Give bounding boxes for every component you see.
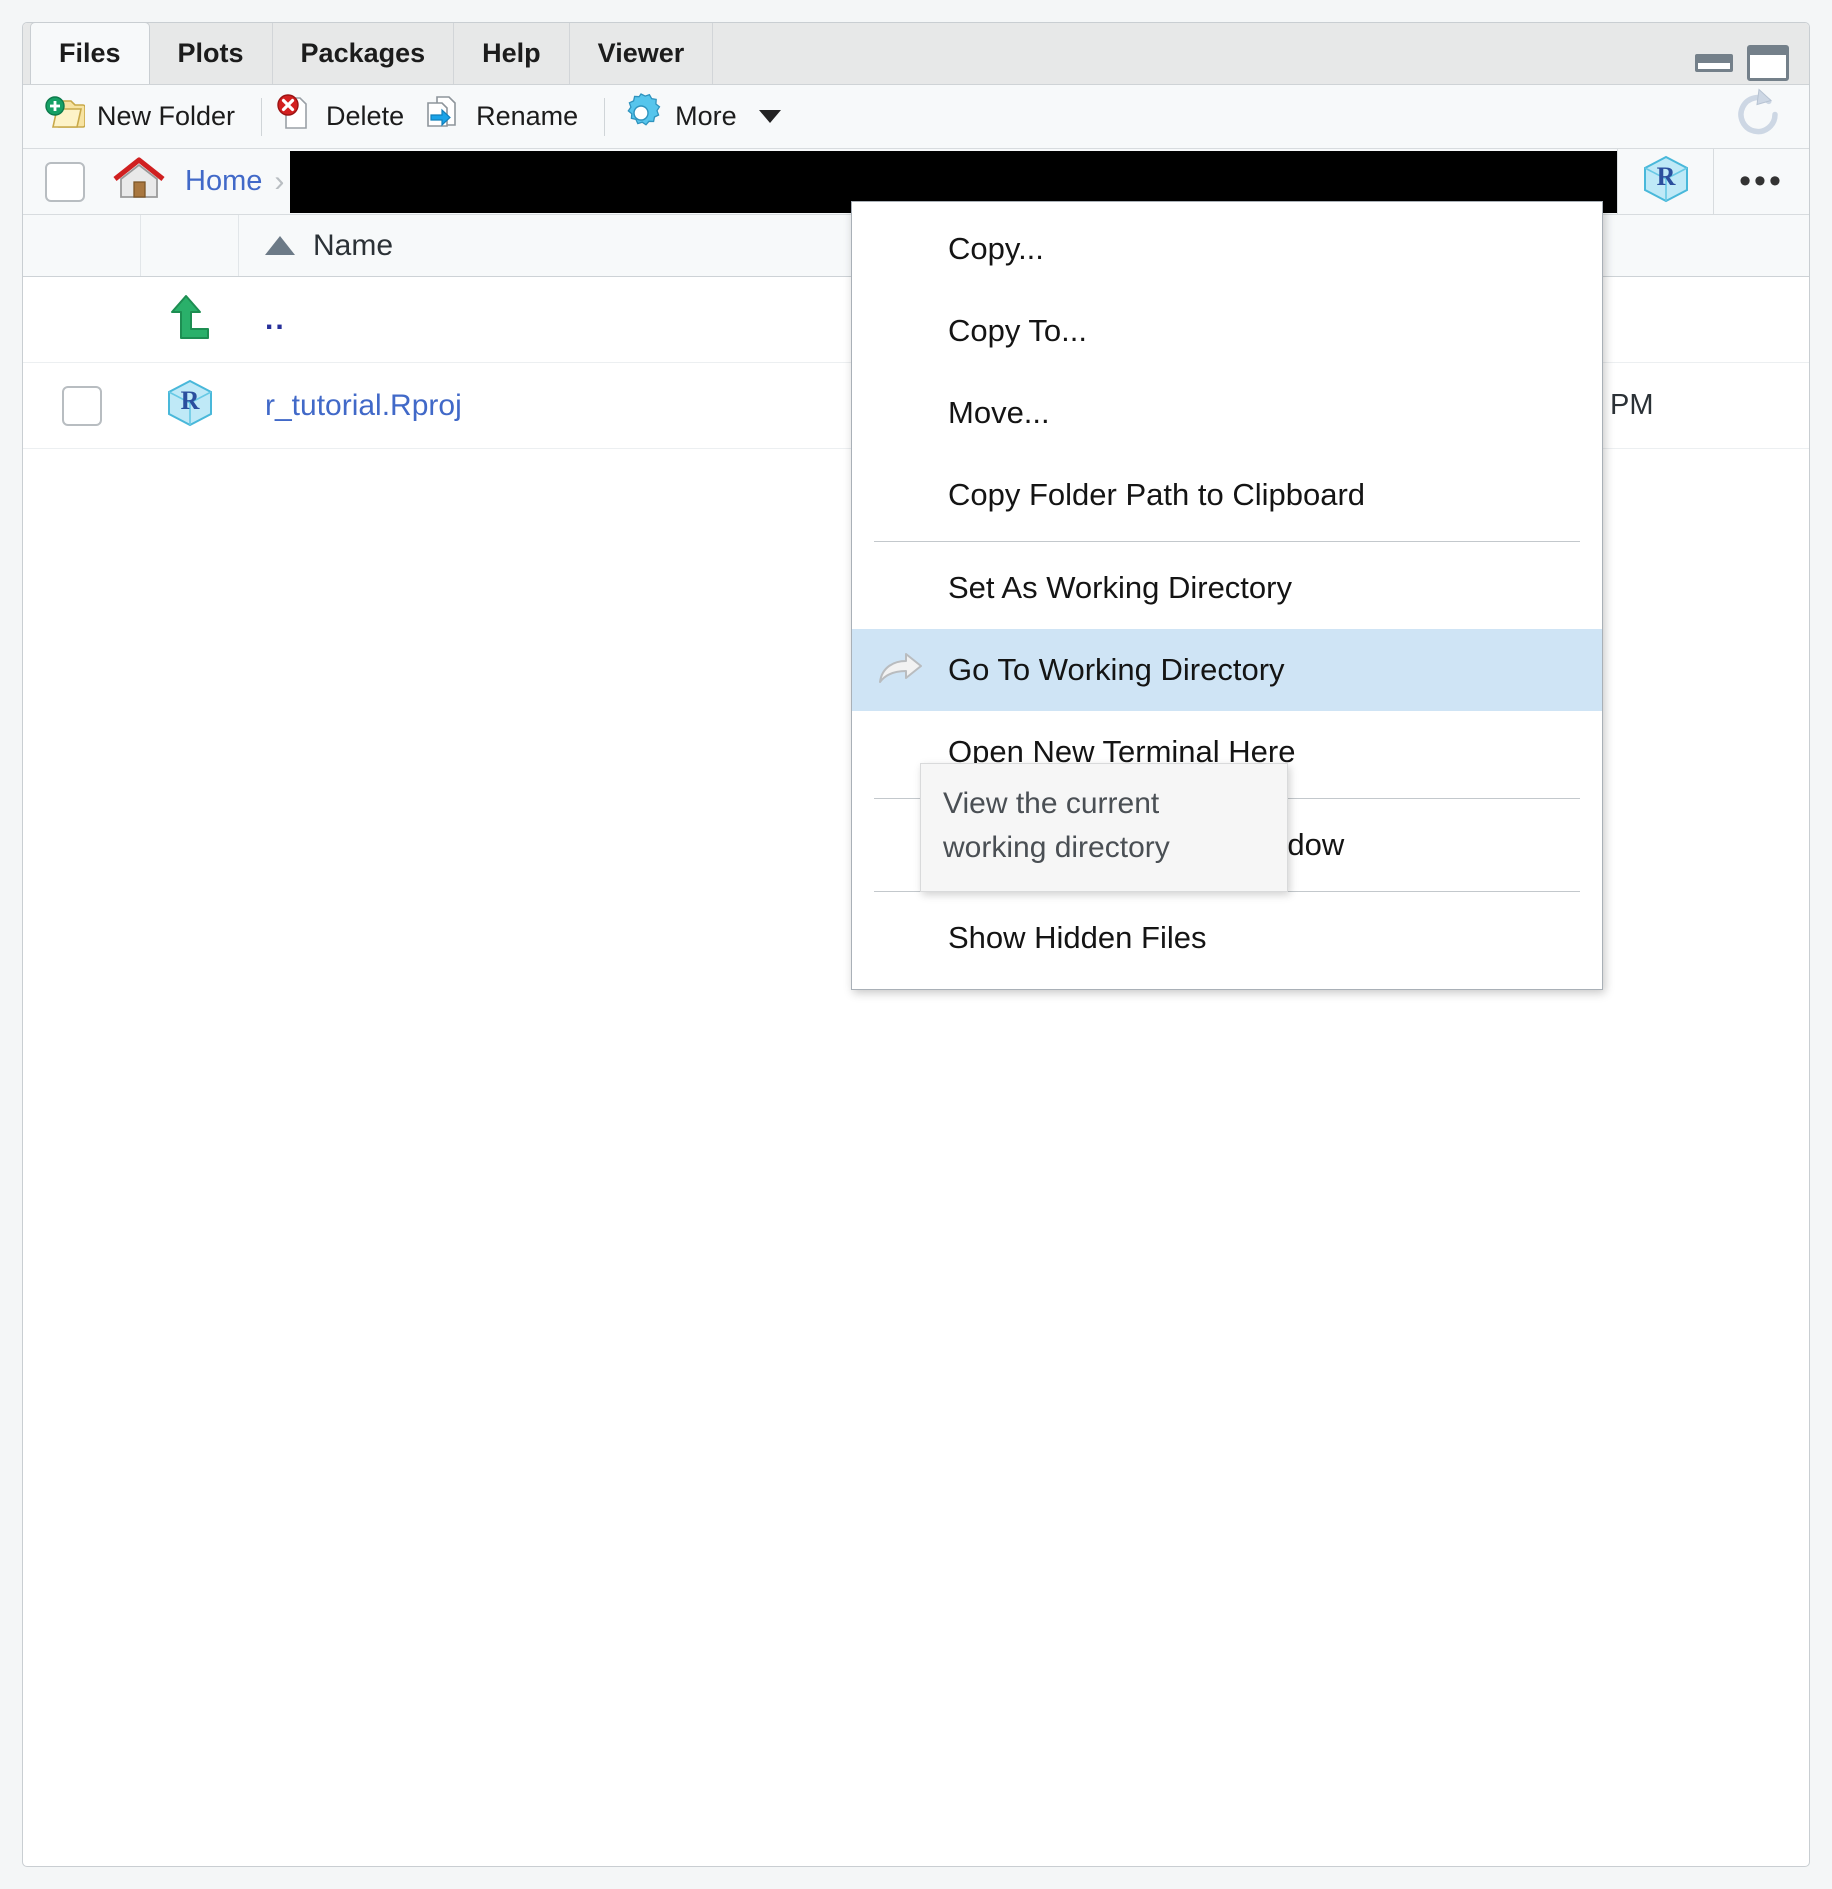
more-button[interactable]: More bbox=[615, 91, 797, 142]
maximize-pane-icon[interactable] bbox=[1747, 45, 1789, 81]
up-arrow-icon bbox=[167, 292, 213, 347]
breadcrumb-overflow-button[interactable]: ••• bbox=[1713, 149, 1809, 214]
files-toolbar: New Folder Delete Rename bbox=[23, 85, 1809, 149]
tooltip: View the current working directory bbox=[920, 763, 1288, 892]
menu-item-label: Show Hidden Files bbox=[948, 920, 1206, 956]
tab-plots[interactable]: Plots bbox=[150, 22, 273, 84]
tab-help[interactable]: Help bbox=[454, 22, 570, 84]
file-name-label[interactable]: r_tutorial.Rproj bbox=[265, 389, 462, 423]
tab-files-label: Files bbox=[59, 38, 121, 69]
header-name-label: Name bbox=[313, 229, 393, 263]
menu-item-copy[interactable]: Copy... bbox=[852, 208, 1602, 290]
toolbar-divider-1 bbox=[261, 98, 262, 136]
menu-item-show-hidden-files[interactable]: Show Hidden Files bbox=[852, 897, 1602, 979]
window-controls bbox=[1695, 45, 1789, 81]
file-icon-cell: R bbox=[141, 376, 239, 435]
delete-label: Delete bbox=[326, 101, 404, 132]
menu-item-label: Go To Working Directory bbox=[948, 652, 1285, 688]
new-folder-label: New Folder bbox=[97, 101, 235, 132]
toolbar-divider-2 bbox=[604, 98, 605, 136]
tab-strip: Files Plots Packages Help Viewer bbox=[23, 23, 1809, 85]
chevron-down-icon bbox=[759, 110, 781, 123]
minimize-pane-icon[interactable] bbox=[1695, 54, 1733, 72]
tab-viewer[interactable]: Viewer bbox=[570, 22, 714, 84]
tab-packages[interactable]: Packages bbox=[273, 22, 455, 84]
rproject-icon: R bbox=[163, 376, 217, 435]
menu-item-label: Copy Folder Path to Clipboard bbox=[948, 477, 1365, 513]
ellipsis-icon: ••• bbox=[1739, 171, 1784, 191]
menu-item-copy-folder-path[interactable]: Copy Folder Path to Clipboard bbox=[852, 454, 1602, 536]
menu-item-set-as-working-directory[interactable]: Set As Working Directory bbox=[852, 547, 1602, 629]
more-label: More bbox=[675, 101, 737, 132]
parent-dir-icon-cell bbox=[141, 292, 239, 347]
menu-item-label: Set As Working Directory bbox=[948, 570, 1292, 606]
menu-item-go-to-working-directory[interactable]: Go To Working Directory bbox=[852, 629, 1602, 711]
breadcrumb-actions: R ••• bbox=[1617, 149, 1809, 214]
sort-ascending-icon bbox=[265, 236, 295, 255]
row-modified-cell bbox=[1579, 277, 1809, 362]
header-checkbox-column bbox=[23, 215, 141, 276]
rename-icon bbox=[424, 94, 464, 139]
gear-icon bbox=[619, 91, 663, 142]
menu-item-label: Copy To... bbox=[948, 313, 1087, 349]
breadcrumb-separator-icon: › bbox=[274, 165, 284, 199]
refresh-button[interactable] bbox=[1729, 85, 1787, 148]
menu-item-label: Move... bbox=[948, 395, 1050, 431]
delete-button[interactable]: Delete bbox=[272, 94, 420, 139]
menu-item-label: Copy... bbox=[948, 231, 1044, 267]
files-pane: Files Plots Packages Help Viewer bbox=[22, 22, 1810, 1867]
menu-item-copy-to[interactable]: Copy To... bbox=[852, 290, 1602, 372]
file-name-label[interactable]: .. bbox=[265, 303, 286, 337]
refresh-icon bbox=[1729, 130, 1787, 147]
rproject-icon: R bbox=[1639, 152, 1693, 211]
row-checkbox-cell bbox=[23, 386, 141, 426]
svg-text:R: R bbox=[1656, 162, 1675, 191]
rename-button[interactable]: Rename bbox=[420, 94, 594, 139]
breadcrumb-home-link[interactable]: Home bbox=[185, 165, 262, 198]
tab-packages-label: Packages bbox=[301, 38, 426, 69]
menu-separator bbox=[874, 541, 1580, 542]
file-modified-label: PM bbox=[1610, 389, 1654, 422]
svg-text:R: R bbox=[181, 386, 200, 415]
header-icon-column bbox=[141, 215, 239, 276]
new-folder-button[interactable]: New Folder bbox=[41, 95, 251, 138]
tab-help-label: Help bbox=[482, 38, 541, 69]
go-to-arrow-icon bbox=[852, 652, 948, 688]
row-modified-cell: PM bbox=[1579, 363, 1809, 448]
rproject-icon-button[interactable]: R bbox=[1617, 149, 1713, 214]
rename-label: Rename bbox=[476, 101, 578, 132]
menu-item-move[interactable]: Move... bbox=[852, 372, 1602, 454]
delete-icon bbox=[276, 94, 314, 139]
new-folder-icon bbox=[45, 95, 85, 138]
tab-files[interactable]: Files bbox=[30, 22, 150, 84]
tab-plots-label: Plots bbox=[178, 38, 244, 69]
row-checkbox[interactable] bbox=[62, 386, 102, 426]
home-icon[interactable] bbox=[111, 155, 167, 208]
select-all-checkbox[interactable] bbox=[45, 162, 85, 202]
tab-viewer-label: Viewer bbox=[598, 38, 685, 69]
